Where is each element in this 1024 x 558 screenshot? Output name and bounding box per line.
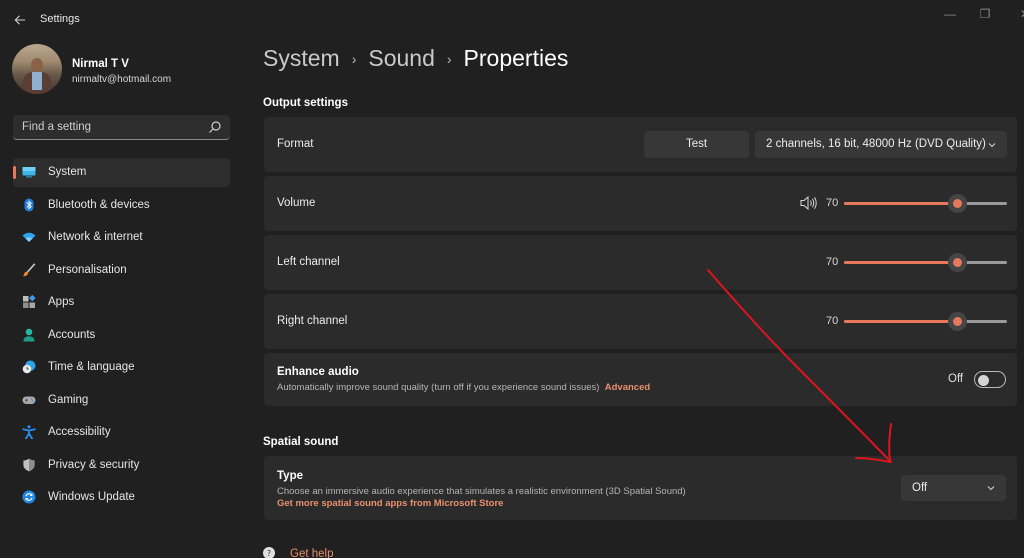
page-title: Properties [463,45,569,71]
sidebar-item-label: Network & internet [48,231,143,243]
sidebar-item-apps[interactable]: Apps [13,288,230,317]
brush-icon [23,262,36,276]
title-bar: Settings — ❐ ✕ [0,0,1024,40]
sidebar-item-label: Gaming [48,393,89,406]
sidebar-item-label: Windows Update [48,491,135,503]
spatial-type-dropdown-value: Off [912,482,928,494]
sidebar-item-label: Time & language [48,361,135,373]
breadcrumb-separator: › [446,50,452,67]
left-channel-slider[interactable] [844,252,1007,272]
breadcrumb-separator: › [351,50,357,67]
profile-email: nirmaltv@hotmail.com [72,74,172,85]
breadcrumb-system[interactable]: System [263,45,340,72]
enhance-audio-state: Off [948,373,964,385]
clock-globe-icon [22,360,36,374]
sidebar-nav: System Bluetooth & devices Network & int… [13,158,230,516]
minimize-button[interactable]: — [935,6,965,26]
volume-card: Volume 70 [264,176,1017,231]
sidebar-item-bluetooth[interactable]: Bluetooth & devices [13,191,230,220]
right-channel-card: Right channel 70 [264,294,1017,349]
spatial-type-description: Choose an immersive audio experience tha… [277,486,686,497]
speaker-icon[interactable] [800,196,818,210]
sidebar-item-time-language[interactable]: Time & language [13,353,230,382]
chevron-down-icon [987,486,995,491]
profile-name: Nirmal T V [72,58,129,70]
person-icon [23,328,35,341]
bluetooth-icon [24,198,34,211]
volume-label: Volume [277,197,316,209]
accessibility-icon [22,425,36,439]
enhance-audio-description-text: Automatically improve sound quality (tur… [277,382,600,393]
slider-thumb[interactable] [948,194,968,213]
back-arrow-icon [14,15,25,25]
format-label: Format [277,138,314,150]
format-card: Format Test 2 channels, 16 bit, 48000 Hz… [264,117,1017,172]
monitor-icon [22,167,36,178]
volume-value: 70 [826,197,839,209]
close-button[interactable]: ✕ [1010,6,1024,26]
right-channel-value: 70 [826,315,839,327]
enhance-audio-description: Automatically improve sound quality (tur… [277,382,650,393]
wifi-icon [22,232,36,242]
spatial-sound-heading: Spatial sound [263,436,339,448]
sidebar-item-personalisation[interactable]: Personalisation [13,256,230,285]
sidebar-item-accessibility[interactable]: Accessibility [13,418,230,447]
sidebar-item-label: Accounts [48,328,96,341]
avatar [12,44,62,94]
toggle-knob [978,374,989,386]
svg-text:?: ? [267,549,271,558]
breadcrumb-sound[interactable]: Sound [368,45,435,72]
sidebar-item-gaming[interactable]: Gaming [13,386,230,415]
test-button[interactable]: Test [644,131,749,158]
update-icon [22,490,36,504]
breadcrumb: System › Sound › Properties [263,45,568,72]
search-input[interactable]: Find a setting [13,115,230,140]
left-channel-card: Left channel 70 [264,235,1017,290]
right-channel-label: Right channel [277,315,348,327]
help-icon: ? [263,547,275,558]
search-placeholder: Find a setting [22,121,92,133]
volume-slider[interactable] [844,193,1007,213]
shield-icon [23,458,35,471]
apps-icon [23,295,36,308]
left-channel-label: Left channel [277,256,340,268]
microsoft-store-link[interactable]: Get more spatial sound apps from Microso… [277,498,503,509]
output-settings-heading: Output settings [263,97,348,109]
sidebar-item-accounts[interactable]: Accounts [13,321,230,350]
get-help-link[interactable]: Get help [290,548,333,558]
sidebar-item-label: Privacy & security [48,458,140,471]
sidebar-item-label: Accessibility [48,426,111,438]
slider-thumb[interactable] [948,253,968,272]
sidebar-item-label: Personalisation [48,263,127,276]
left-channel-value: 70 [826,256,839,268]
right-channel-slider[interactable] [844,311,1007,331]
sidebar-item-system[interactable]: System [13,158,230,187]
sidebar-item-label: Bluetooth & devices [48,198,150,211]
spatial-type-dropdown[interactable]: Off [901,475,1006,501]
slider-thumb[interactable] [948,312,968,331]
sidebar-item-label: System [48,166,87,178]
back-button[interactable] [10,10,30,30]
sidebar-item-label: Apps [48,296,75,308]
enhance-audio-title: Enhance audio [277,366,359,378]
sidebar-item-privacy-security[interactable]: Privacy & security [13,451,230,480]
gamepad-icon [22,396,36,404]
spatial-type-card: Type Choose an immersive audio experienc… [264,456,1017,520]
sidebar-item-windows-update[interactable]: Windows Update [13,483,230,512]
format-dropdown-value: 2 channels, 16 bit, 48000 Hz (DVD Qualit… [766,138,986,150]
advanced-link[interactable]: Advanced [605,382,650,393]
sidebar-item-network[interactable]: Network & internet [13,223,230,252]
spatial-type-title: Type [277,470,303,482]
enhance-audio-card: Enhance audio Automatically improve soun… [264,353,1017,406]
format-dropdown[interactable]: 2 channels, 16 bit, 48000 Hz (DVD Qualit… [755,131,1007,158]
enhance-audio-toggle[interactable] [974,371,1006,388]
search-icon[interactable] [208,120,222,134]
maximize-button[interactable]: ❐ [970,6,1000,26]
app-title: Settings [40,13,80,25]
chevron-down-icon [988,143,996,148]
user-profile[interactable]: Nirmal T V nirmaltv@hotmail.com [12,44,232,100]
